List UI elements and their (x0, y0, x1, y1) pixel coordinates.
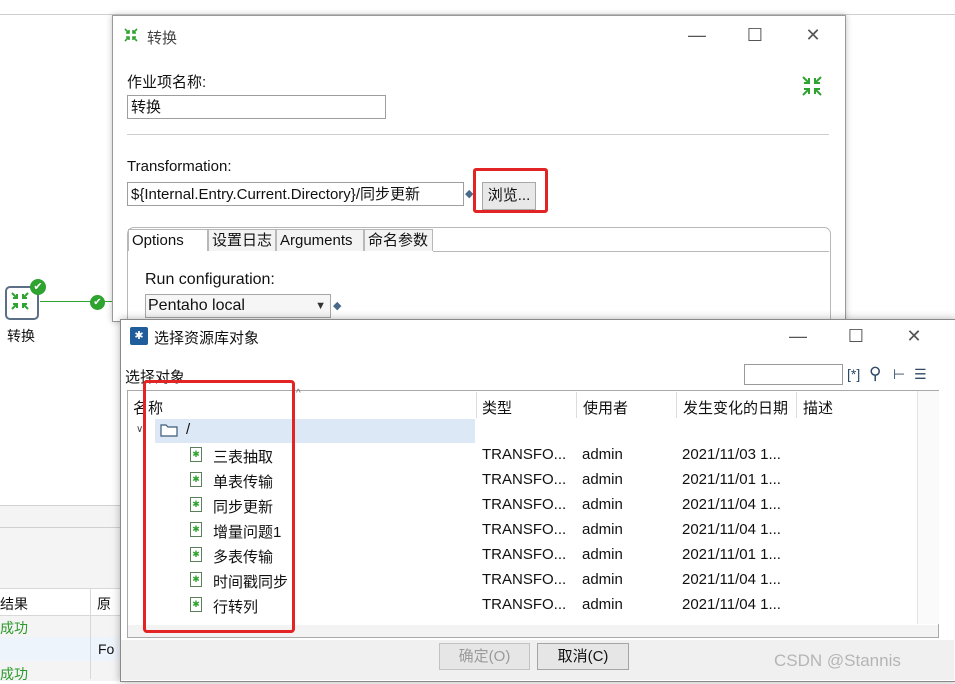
filter-input[interactable] (744, 364, 843, 385)
watermark: CSDN @Stannis (774, 651, 901, 670)
maximize-button[interactable]: ☐ (833, 321, 879, 351)
highlight-annotation-box (143, 380, 295, 633)
transformation-label: Transformation: (127, 158, 232, 175)
list-view-icon[interactable]: ☰ (914, 366, 927, 383)
tab-logging[interactable]: 设置日志 (208, 229, 276, 251)
row-date: 2021/11/01 1... (682, 471, 781, 488)
job-entry-name-input[interactable]: 转换 (127, 95, 386, 119)
column-header-type[interactable]: 类型 (482, 397, 512, 418)
run-configuration-value: Pentaho local (148, 297, 245, 314)
row-user: admin (582, 446, 623, 463)
ok-button[interactable]: 确定(O) (439, 643, 530, 670)
row-type: TRANSFO... (482, 596, 567, 613)
sort-ascending-icon: ^ (296, 388, 301, 399)
row-user: admin (582, 496, 623, 513)
row-type: TRANSFO... (482, 571, 567, 588)
repository-icon: ✱ (130, 327, 148, 345)
section-divider (127, 134, 829, 135)
maximize-button[interactable]: ☐ (732, 20, 778, 50)
column-header-date[interactable]: 发生变化的日期 (683, 397, 788, 418)
row-user: admin (582, 571, 623, 588)
hop-success-check-icon: ✔ (90, 295, 105, 310)
run-configuration-label: Run configuration: (145, 271, 275, 288)
step-label: 转换 (7, 328, 35, 344)
results-column-separator (90, 589, 91, 679)
dialog-title: 选择资源库对象 (154, 330, 260, 347)
results-row-status: 成功 (0, 666, 28, 682)
search-icon[interactable]: ⚲ (869, 364, 881, 384)
step-success-check-icon: ✔ (30, 279, 46, 295)
chevron-down-icon: ▼ (315, 300, 326, 312)
tab-arguments[interactable]: Arguments (276, 229, 364, 251)
row-user: admin (582, 521, 623, 538)
transform-entry-icon (800, 74, 824, 98)
column-header-user[interactable]: 使用者 (583, 397, 628, 418)
row-type: TRANSFO... (482, 521, 567, 538)
tab-strip-line (433, 251, 829, 252)
row-type: TRANSFO... (482, 496, 567, 513)
close-button[interactable]: ✕ (891, 321, 937, 351)
column-separator (476, 392, 477, 418)
cancel-button[interactable]: 取消(C) (537, 643, 629, 670)
row-type: TRANSFO... (482, 546, 567, 563)
regex-filter-icon[interactable]: [*] (847, 366, 860, 382)
variable-diamond-icon: ◆ (333, 300, 342, 312)
expand-tree-icon[interactable]: ⊢ (893, 366, 905, 383)
transformation-path-input[interactable]: ${Internal.Entry.Current.Directory}/同步更新 (127, 182, 464, 206)
highlight-annotation-box (473, 168, 548, 213)
minimize-button[interactable]: — (674, 20, 720, 50)
minimize-button[interactable]: — (775, 321, 821, 351)
row-date: 2021/11/04 1... (682, 571, 781, 588)
row-date: 2021/11/04 1... (682, 521, 781, 538)
row-type: TRANSFO... (482, 471, 567, 488)
run-configuration-select[interactable]: Pentaho local ▼ (145, 294, 331, 318)
tab-named-parameters[interactable]: 命名参数 (364, 229, 433, 251)
dialog-title: 转换 (147, 30, 178, 47)
column-separator (796, 392, 797, 418)
transform-step-icon (11, 292, 29, 310)
column-separator (676, 392, 677, 418)
panel-divider (0, 527, 120, 528)
row-date: 2021/11/01 1... (682, 546, 781, 563)
row-user: admin (582, 596, 623, 613)
tab-options[interactable]: Options (128, 229, 208, 251)
row-user: admin (582, 546, 623, 563)
row-date: 2021/11/04 1... (682, 496, 781, 513)
results-row-reason: Fo (98, 641, 115, 657)
column-separator (576, 392, 577, 418)
results-header-result: 结果 (0, 596, 28, 612)
transform-title-icon (123, 27, 139, 43)
column-header-description[interactable]: 描述 (803, 397, 833, 418)
close-button[interactable]: ✕ (790, 20, 836, 50)
row-date: 2021/11/03 1... (682, 446, 781, 463)
row-user: admin (582, 471, 623, 488)
vertical-scrollbar[interactable] (917, 391, 939, 624)
results-row-status: 成功 (0, 620, 28, 636)
row-date: 2021/11/04 1... (682, 596, 781, 613)
row-type: TRANSFO... (482, 446, 567, 463)
job-entry-name-label: 作业项名称: (127, 74, 207, 91)
results-header-reason: 原 (97, 596, 111, 612)
